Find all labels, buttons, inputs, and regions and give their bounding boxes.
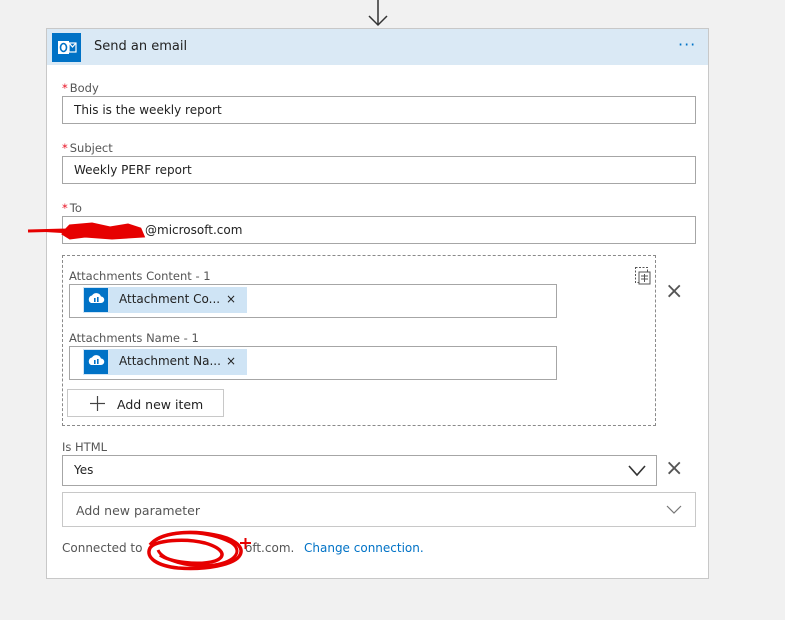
redaction-scribbles	[27, 222, 251, 571]
